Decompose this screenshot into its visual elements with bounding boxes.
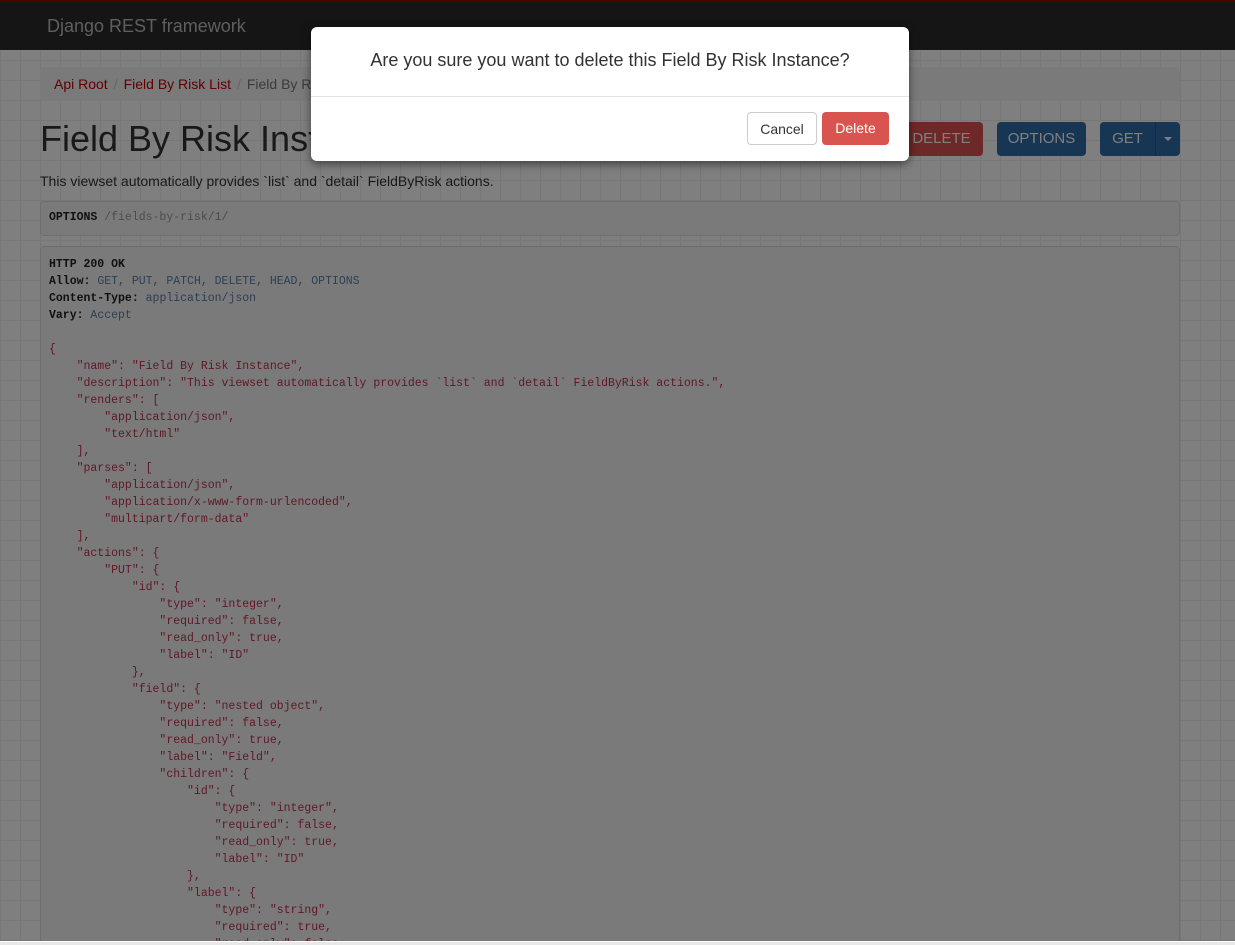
cancel-button[interactable]: Cancel (747, 112, 817, 145)
modal-title: Are you sure you want to delete this Fie… (311, 27, 909, 97)
horizontal-scrollbar[interactable] (0, 941, 1235, 945)
delete-confirm-modal: Are you sure you want to delete this Fie… (311, 27, 909, 161)
confirm-delete-button[interactable]: Delete (822, 112, 889, 145)
